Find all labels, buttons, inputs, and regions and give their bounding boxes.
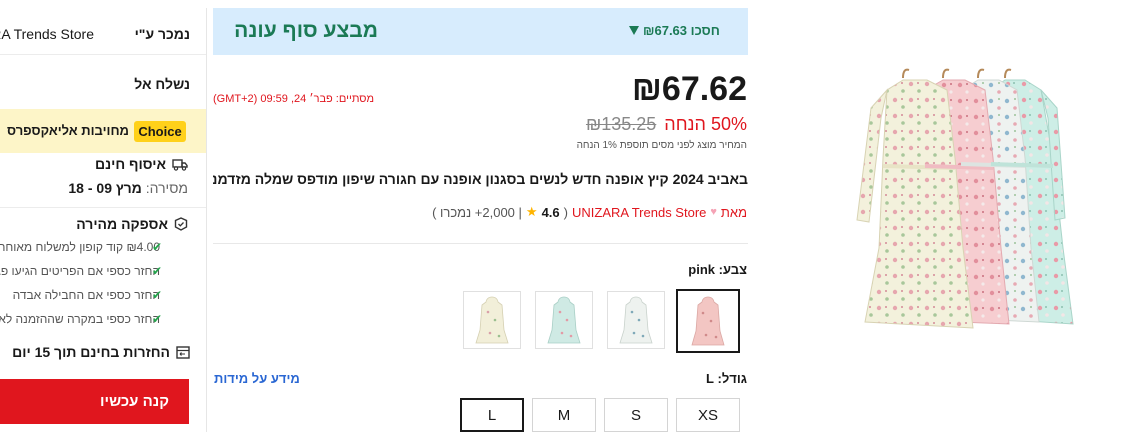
seller-panel: נמכר ע"י UNIZARA Trends Store נשלח אל Ch… [0, 8, 207, 432]
rating-store-name[interactable]: UNIZARA Trends Store [572, 205, 706, 220]
buy-now-button[interactable]: קנה עכשיו [0, 379, 189, 424]
star-icon: ★ [525, 204, 538, 219]
return-box-icon [176, 345, 190, 359]
delivery-estimate: מסירה: מרץ 09 - 18 [68, 180, 188, 196]
choice-banner[interactable]: Choice מחויבות אליאקספרס [0, 109, 206, 153]
perk-not-arrived-refund: החזר כספי במקרה שההזמנה לא הגיעה [0, 312, 160, 326]
current-price: ₪67.62 [631, 70, 747, 108]
from-label: מאת [720, 204, 747, 220]
delivery-date: מרץ 09 - 18 [68, 180, 142, 196]
discount-percent: 50% הנחה [664, 114, 747, 134]
fast-delivery-label: אספקה מהירה [76, 216, 168, 232]
perk-damaged-refund: החזר כספי אם הפריטים הגיעו פגומים [0, 264, 160, 278]
heart-icon: ♥ [710, 206, 717, 218]
sale-banner: מבצע סוף עונה חסכו ₪67.63 [213, 8, 748, 55]
dress-thumbnail-pink [691, 296, 725, 346]
size-guide-link[interactable]: מידע על מידות [214, 371, 300, 386]
sale-banner-title: מבצע סוף עונה [234, 19, 378, 42]
dress-thumbnail-white-blue [619, 296, 653, 344]
size-option-m[interactable]: M [532, 398, 596, 432]
divider [0, 54, 206, 55]
store-rating-row[interactable]: מאת ♥ UNIZARA Trends Store ( 4.6 ★ | 2,0… [432, 204, 747, 220]
shield-check-icon [174, 217, 188, 231]
delivery-label: מסירה: [145, 180, 188, 196]
divider [0, 207, 206, 208]
check-icon: ✔ [152, 312, 163, 326]
divider [213, 243, 748, 244]
check-icon: ✔ [152, 240, 163, 254]
ship-to-label[interactable]: נשלח אל [134, 76, 190, 92]
discount-row: 50% הנחה ₪135.25 [586, 114, 747, 135]
free-returns[interactable]: החזרות בחינם תוך 15 יום [12, 344, 190, 360]
rating-value: 4.6 [541, 204, 560, 220]
size-option-s[interactable]: S [604, 398, 668, 432]
perk-lost-refund: החזר כספי אם החבילה אבדה [12, 288, 160, 302]
product-main-image[interactable] [843, 48, 1101, 336]
dress-thumbnail-mint [547, 296, 581, 344]
size-option-l[interactable]: L [460, 398, 524, 432]
perk-coupon: ₪4.00 קוד קופון למשלוח מאוחר [0, 240, 160, 254]
free-pickup: איסוף חינם [95, 156, 188, 172]
color-swatch-mint[interactable] [535, 291, 593, 349]
size-label: גודל: L [705, 371, 747, 386]
savings-label: חסכו ₪67.63 [643, 23, 720, 38]
product-title: באביב 2024 קיץ אופנה חדש לנשים בסגנון או… [213, 171, 748, 187]
color-swatch-cream[interactable] [463, 291, 521, 349]
sale-countdown: מסתיים: פבר׳ 24, 09:59 (GMT+2) [213, 93, 375, 105]
check-icon: ✔ [152, 288, 163, 302]
savings-amount: חסכו ₪67.63 [629, 23, 720, 38]
truck-icon [172, 158, 188, 171]
store-name-link[interactable]: UNIZARA Trends Store [0, 26, 94, 42]
paren-open: ( [563, 204, 568, 220]
sold-by-label: נמכר ע"י [134, 26, 190, 42]
color-swatch-white-blue[interactable] [607, 291, 665, 349]
color-swatch-pink[interactable] [676, 289, 740, 353]
choice-badge: Choice [134, 121, 186, 142]
tax-note: המחיר מוצג לפני מסים תוספת 1% הנחה [576, 140, 747, 151]
color-label: צבע: pink [688, 262, 747, 277]
free-pickup-label: איסוף חינם [95, 156, 166, 172]
free-returns-label: החזרות בחינם תוך 15 יום [12, 344, 170, 360]
check-icon: ✔ [152, 264, 163, 278]
dress-thumbnail-cream [475, 296, 509, 344]
size-option-xs[interactable]: XS [676, 398, 740, 432]
fast-delivery: אספקה מהירה [76, 216, 188, 232]
arrow-down-icon [629, 26, 639, 35]
original-price: ₪135.25 [585, 114, 657, 134]
sold-count: | 2,000+ נמכרו ) [432, 204, 522, 220]
choice-commitment-text: מחויבות אליאקספרס [7, 123, 129, 138]
